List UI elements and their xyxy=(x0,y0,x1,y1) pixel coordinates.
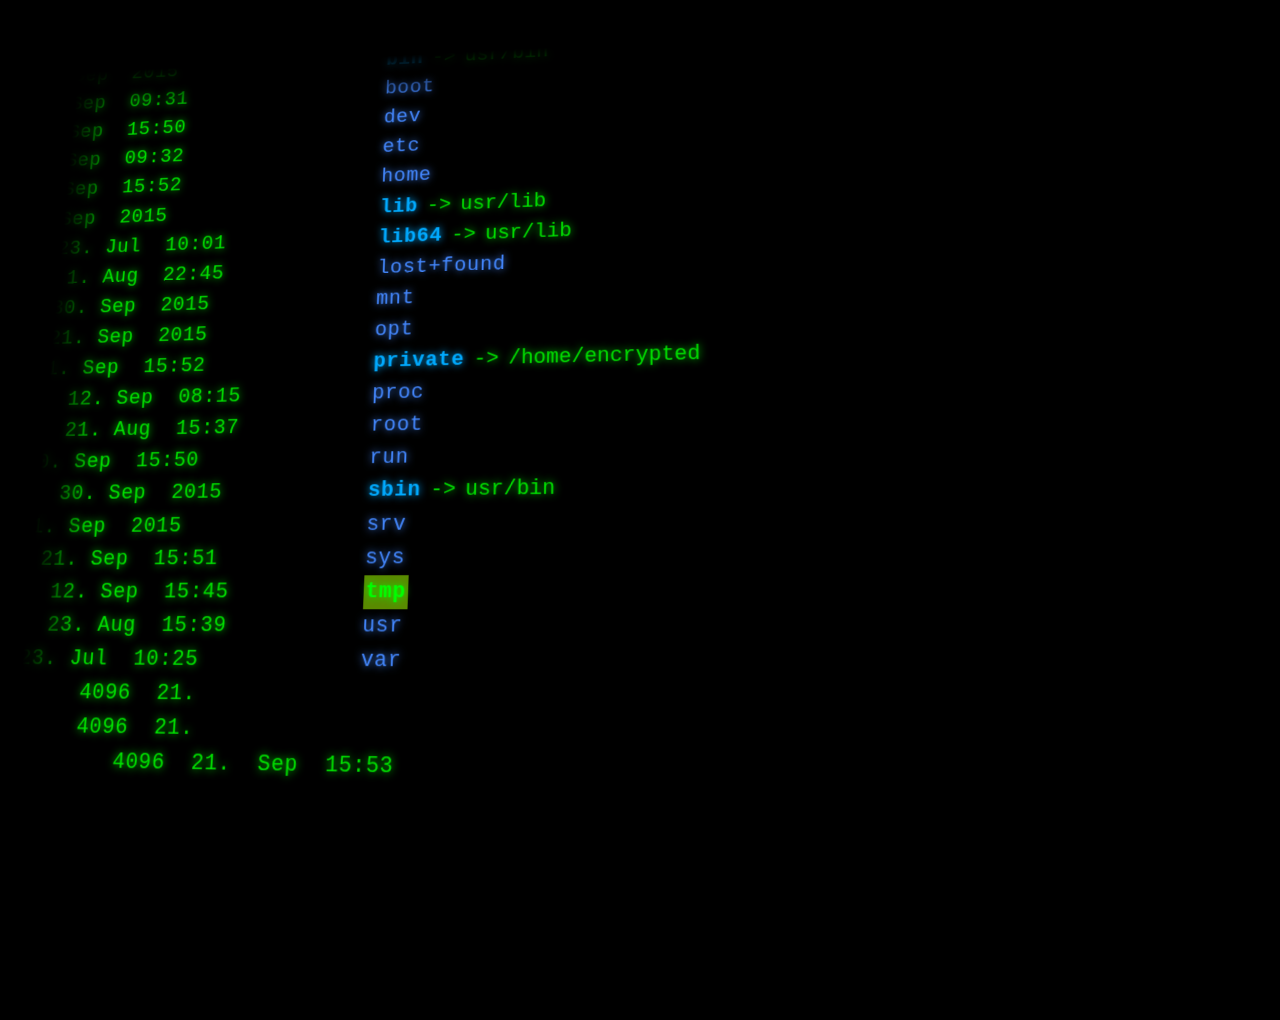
arrow: -> xyxy=(451,219,476,251)
right-col-etc: etc xyxy=(382,132,421,163)
right-col-dev: dev xyxy=(383,102,421,133)
right-col-opt: opt xyxy=(374,314,414,346)
arrow: -> xyxy=(426,190,451,221)
right-col-sys: sys xyxy=(364,541,405,575)
right-col-boot: boot xyxy=(384,72,435,104)
left-col: 4096 21. Sep 15:53 xyxy=(0,743,394,785)
right-col-lib64: lib64 xyxy=(378,220,443,253)
link-target-bin: usr/bin xyxy=(464,37,548,71)
right-col-bin: bin xyxy=(386,44,424,75)
right-col-root: root xyxy=(370,409,423,442)
terminal-content: Sep 15:53 .. Sep 2015 bin -> usr/bin 19 … xyxy=(0,3,1280,1020)
right-col-sbin: sbin xyxy=(367,474,421,508)
arrow: -> xyxy=(430,474,456,508)
left-col: 4096 12. Sep 15:45 xyxy=(0,575,364,609)
left-col: 0 21. Sep 2015 xyxy=(0,508,367,544)
link-target-sbin: usr/bin xyxy=(465,473,556,507)
link-target-lib64: usr/lib xyxy=(485,216,572,250)
link-target-private: /home/encrypted xyxy=(508,338,701,375)
right-col-private: private xyxy=(373,344,465,378)
right-col-lost: lost+found xyxy=(377,249,506,284)
left-col: 4096 30. Sep 2015 xyxy=(0,475,369,512)
arrow: -> xyxy=(473,343,499,376)
right-col-mnt: mnt xyxy=(375,283,415,315)
right-col: .. xyxy=(387,17,413,47)
arrow: -> xyxy=(432,43,457,73)
right-col-tmp: tmp xyxy=(363,575,408,609)
right-col-srv: srv xyxy=(366,508,407,542)
line-20: 4096 23. Aug 15:39 usr xyxy=(0,609,1280,647)
link-target-lib: usr/lib xyxy=(460,186,546,220)
right-col-run: run xyxy=(369,442,410,475)
left-col: 4096 23. Aug 15:39 xyxy=(0,609,363,644)
left-col: oot 4096 21. xyxy=(0,675,360,713)
left-col: 23. Jul 10:25 xyxy=(0,642,362,678)
left-col: 7 30. Sep 15:50 xyxy=(0,442,370,480)
terminal-window: Sep 15:53 .. Sep 2015 bin -> usr/bin 19 … xyxy=(0,3,1280,1020)
right-col-var: var xyxy=(360,643,402,678)
right-col-proc: proc xyxy=(371,377,424,410)
line-19: 4096 12. Sep 15:45 tmp xyxy=(0,572,1280,610)
left-col: 300 21. Sep 15:51 xyxy=(0,541,366,576)
left-col: oot 4096 21. xyxy=(0,709,359,749)
right-col-home: home xyxy=(381,161,432,193)
right-col-usr: usr xyxy=(362,609,404,644)
right-col-lib: lib xyxy=(379,191,418,223)
